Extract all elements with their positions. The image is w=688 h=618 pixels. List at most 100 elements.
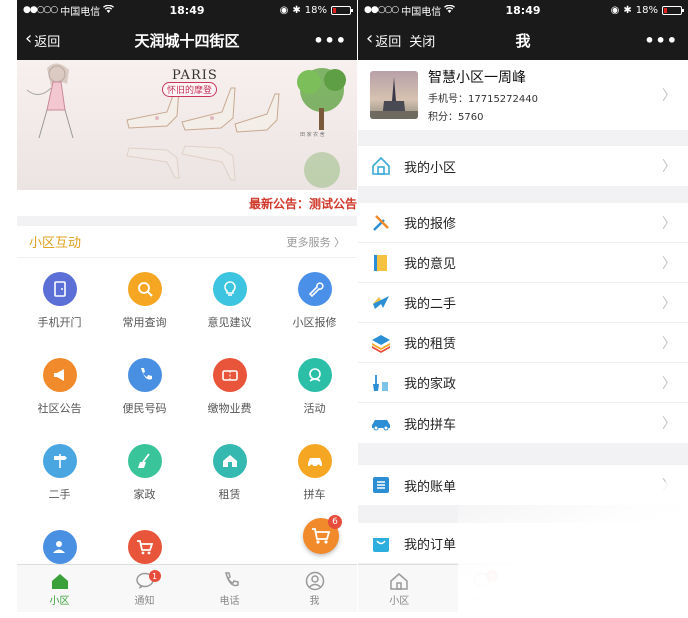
menu-item[interactable]: 我的订单 〉 [358, 523, 688, 563]
service-tile[interactable]: 拼车 [272, 430, 357, 516]
menu-item[interactable]: 我的家政 〉 [358, 363, 688, 403]
battery-icon [331, 5, 353, 15]
chevron-right-icon: 〉 [662, 159, 676, 175]
car-icon [370, 412, 392, 434]
service-tile[interactable]: 手机开门 [17, 258, 102, 344]
chevron-right-icon: 〉 [662, 215, 676, 232]
profile-points: 积分：5760 [428, 112, 484, 123]
nav-bar: ‹ 返回 天润城十四街区 ••• [17, 20, 357, 60]
announcement-ticker[interactable]: 最新公告：测试公告 [17, 190, 357, 216]
lock-rotation-icon: ◉ [279, 4, 289, 16]
cart-badge: 6 [328, 515, 342, 529]
tab-chat[interactable]: 通知 1 [102, 565, 187, 612]
menu-group: 我的报修〉我的意见〉我的二手〉我的租赁〉我的家政〉我的拼车〉 [358, 203, 688, 443]
tab-label: 小区 [389, 596, 410, 607]
menu-item[interactable]: 我的报修 〉 [358, 203, 688, 243]
stack-icon [370, 332, 392, 354]
service-tile[interactable]: 活动 [272, 344, 357, 430]
service-tile[interactable]: 意见建议 [187, 258, 272, 344]
menu-item[interactable]: 我的租赁 〉 [358, 323, 688, 363]
service-label: 二手 [48, 488, 71, 501]
profile-phone: 手机号：17715272440 [428, 94, 538, 105]
service-tile[interactable]: 家政 [102, 430, 187, 516]
banner-brand: PARIS [172, 68, 218, 83]
signal-icon: ●●○○○ [364, 5, 399, 15]
phone-icon [127, 358, 162, 392]
tab-phone[interactable]: 电话 [187, 565, 272, 612]
more-button[interactable]: ••• [313, 31, 357, 50]
back-label: 返回 [34, 34, 61, 50]
service-tile[interactable]: 二手 [17, 430, 102, 516]
menu-item[interactable]: 我的小区 〉 [358, 146, 688, 186]
chevron-right-icon: 〉 [662, 416, 676, 432]
banner-artwork: 田 家 农 舍 PARIS 怀旧的摩登 [17, 60, 357, 139]
page-title: 天润城十四街区 [134, 31, 240, 50]
floating-cart-button[interactable]: 6 [303, 515, 342, 554]
service-label: 意见建议 [207, 316, 252, 329]
lightbulb-icon [212, 272, 247, 306]
menu-group: 我的小区 〉 [358, 146, 688, 186]
notification-badge: 1 [148, 570, 161, 582]
service-label: 社区公告 [37, 402, 82, 415]
service-label: 小区报修 [292, 316, 337, 329]
taxi-icon [297, 444, 332, 478]
community-home-screen: ●●○○○ 中国电信 18:49 ◉ ✱ 18% ‹ 返回 天润城十四街区 ••… [17, 0, 357, 612]
close-button[interactable]: 关闭 [409, 31, 435, 50]
menu-item[interactable]: 我的意见 〉 [358, 243, 688, 283]
tab-label: 电话 [219, 596, 240, 607]
service-tile[interactable]: 常用查询 [102, 258, 187, 344]
user-icon [305, 571, 324, 591]
service-label: 便民号码 [122, 402, 167, 415]
tab-user[interactable]: 我 [272, 565, 357, 612]
chevron-right-icon: 〉 [662, 255, 676, 272]
tab-home[interactable]: 小区 [358, 565, 441, 612]
service-label: 手机开门 [37, 316, 82, 329]
menu-label: 我的小区 [404, 160, 457, 176]
swap-icon [370, 292, 392, 314]
megaphone-icon [42, 358, 77, 392]
chevron-right-icon: 〉 [662, 478, 676, 494]
bottom-tab-bar: 小区 通知 1 [358, 564, 688, 612]
menu-label: 我的意见 [404, 257, 457, 272]
service-label: 活动 [303, 402, 326, 415]
door-icon [42, 272, 77, 306]
service-label: 缴物业费 [207, 402, 252, 415]
home-icon [390, 573, 408, 590]
more-services-link[interactable]: 更多服务 〉 [287, 234, 346, 250]
profile-card[interactable]: 智慧小区一周峰 手机号：17715272440 积分：5760 〉 [358, 60, 688, 130]
menu-item[interactable]: 我的拼车 〉 [358, 403, 688, 443]
my-profile-screen: ●●○○○ 中国电信 18:49 ◉ ✱ 18% ‹ 返回 关闭 我 ••• 智… [358, 0, 688, 612]
notebook-icon [370, 252, 392, 274]
service-tile[interactable] [102, 516, 187, 564]
tools-icon [370, 212, 392, 234]
carrier-label: 中国电信 [60, 6, 101, 18]
ticket-icon [221, 370, 238, 381]
service-tile[interactable] [17, 516, 102, 564]
service-tile[interactable]: 社区公告 [17, 344, 102, 430]
battery-percent: 18% [635, 4, 658, 16]
menu-item[interactable]: 我的账单 〉 [358, 465, 688, 505]
screenshot-stage: ●●○○○ 中国电信 18:49 ◉ ✱ 18% ‹ 返回 天润城十四街区 ••… [0, 0, 688, 618]
menu-item[interactable]: 我的二手 〉 [358, 283, 688, 323]
service-tile[interactable]: 便民号码 [102, 344, 187, 430]
house-icon [222, 455, 237, 467]
banner-reflection [17, 140, 357, 190]
house-icon [212, 444, 247, 478]
promo-banner[interactable]: 田 家 农 舍 PARIS 怀旧的摩登 [17, 60, 357, 190]
notification-badge: 1 [485, 570, 498, 582]
cleaning-icon [370, 372, 392, 394]
back-button[interactable]: ‹ 返回 [358, 30, 401, 50]
service-tile[interactable]: 缴物业费 [187, 344, 272, 430]
activity-icon [297, 358, 332, 392]
back-button[interactable]: ‹ 返回 [17, 30, 61, 50]
tab-home[interactable]: 小区 [17, 565, 102, 612]
tab-chat[interactable]: 通知 1 [441, 565, 524, 612]
house-outline-icon [370, 155, 392, 177]
service-label: 拼车 [303, 488, 326, 501]
cart-icon [312, 528, 331, 544]
signal-icon: ●●○○○ [23, 5, 58, 15]
more-button[interactable]: ••• [644, 31, 688, 50]
service-tile[interactable]: 租赁 [187, 430, 272, 516]
bluetooth-icon: ✱ [292, 4, 301, 16]
service-tile[interactable]: 小区报修 [272, 258, 357, 344]
